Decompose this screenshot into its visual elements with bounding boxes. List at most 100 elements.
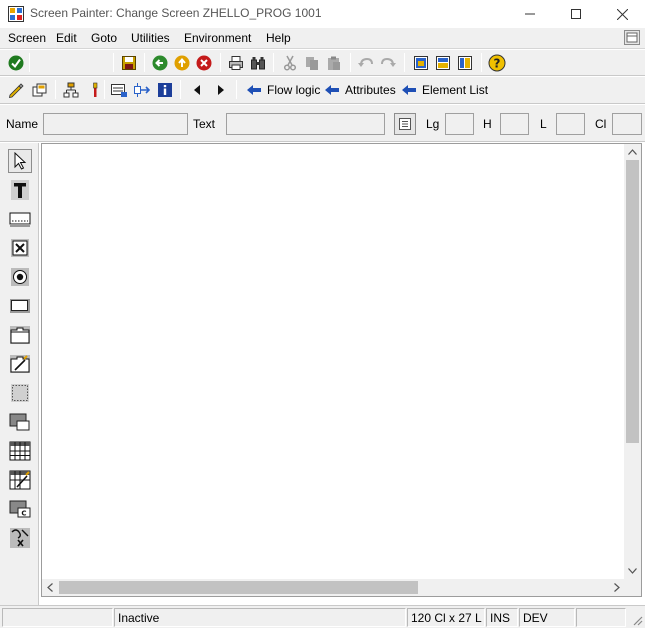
copy-icon[interactable] [302, 53, 322, 73]
l-input[interactable] [556, 113, 585, 135]
arrow-left-icon [325, 85, 339, 95]
layout-1-icon[interactable] [411, 53, 431, 73]
text-field-icon[interactable] [8, 178, 32, 202]
scroll-left-icon[interactable] [42, 579, 58, 595]
h-input[interactable] [500, 113, 529, 135]
scroll-corner [624, 579, 641, 596]
text-label: Text [193, 117, 216, 131]
dict-fields-icon[interactable] [109, 80, 129, 100]
standard-toolbar: ? [0, 50, 645, 76]
name-input[interactable] [43, 113, 188, 135]
hierarchy-icon[interactable] [61, 80, 81, 100]
menu-screen[interactable]: Screen [8, 31, 46, 45]
name-label: Name [6, 117, 39, 131]
svg-text:?: ? [494, 57, 501, 71]
l-label: L [540, 117, 547, 131]
h-label: H [483, 117, 492, 131]
menu-edit[interactable]: Edit [56, 31, 77, 45]
attributes-label: Attributes [345, 83, 396, 97]
window-title: Screen Painter: Change Screen ZHELLO_PRO… [30, 6, 322, 20]
checkbox-icon[interactable] [8, 236, 32, 260]
tabstrip-icon[interactable] [8, 323, 32, 347]
maximize-icon[interactable] [553, 0, 599, 28]
arrow-left-icon [247, 85, 261, 95]
element-list-label: Element List [422, 83, 489, 97]
pushbutton-icon[interactable] [8, 294, 32, 318]
scroll-right-icon[interactable] [609, 579, 625, 595]
layout-2-icon[interactable] [433, 53, 453, 73]
other-screen-icon[interactable] [30, 80, 50, 100]
status-message [2, 608, 113, 627]
layout-3-icon[interactable] [455, 53, 475, 73]
cl-input[interactable] [612, 113, 642, 135]
status-extra [576, 608, 626, 627]
status-system: DEV [519, 608, 575, 627]
application-toolbar: Flow logic Attributes Element List [0, 77, 645, 104]
paint-icon[interactable] [85, 80, 105, 100]
info-icon[interactable] [155, 80, 175, 100]
move-icon[interactable] [132, 80, 152, 100]
menu-help[interactable]: Help [266, 31, 291, 45]
layout-canvas[interactable] [41, 143, 642, 597]
list-icon [399, 118, 411, 130]
paste-icon[interactable] [324, 53, 344, 73]
status-mode[interactable]: INS [486, 608, 518, 627]
scroll-down-icon[interactable] [624, 563, 640, 579]
vertical-scrollbar[interactable] [624, 144, 641, 579]
sap-gui-app-icon [8, 6, 24, 22]
text-input[interactable] [226, 113, 385, 135]
help-icon[interactable]: ? [487, 53, 507, 73]
flow-logic-label: Flow logic [267, 83, 321, 97]
layout-icon[interactable] [624, 30, 640, 45]
minimize-icon[interactable] [507, 0, 553, 28]
title-bar: Screen Painter: Change Screen ZHELLO_PRO… [0, 0, 645, 28]
print-icon[interactable] [226, 53, 246, 73]
horizontal-scrollbar[interactable] [42, 579, 625, 596]
radio-button-icon[interactable] [8, 265, 32, 289]
menu-environment[interactable]: Environment [184, 31, 251, 45]
edit-element-icon[interactable] [6, 80, 26, 100]
subscreen-icon[interactable] [8, 410, 32, 434]
cl-label: Cl [595, 117, 607, 131]
box-icon[interactable] [8, 381, 32, 405]
attributes-link[interactable]: Attributes [324, 80, 396, 100]
next-icon[interactable] [211, 80, 231, 100]
status-state: Inactive [114, 608, 406, 627]
table-control-wizard-icon[interactable] [8, 468, 32, 492]
horizontal-scroll-thumb[interactable] [59, 581, 418, 594]
text-editor-button[interactable] [394, 113, 416, 135]
find-icon[interactable] [248, 53, 268, 73]
redo-icon[interactable] [378, 53, 398, 73]
resize-grip-icon[interactable] [631, 614, 643, 626]
command-field[interactable] [33, 53, 113, 72]
previous-icon[interactable] [187, 80, 207, 100]
input-field-icon[interactable] [8, 207, 32, 231]
status-bar: Inactive 120 Cl x 27 L INS DEV [0, 605, 645, 628]
back-icon[interactable] [150, 53, 170, 73]
table-control-icon[interactable] [8, 439, 32, 463]
element-attribute-bar: Name Text Lg H L Cl [0, 105, 645, 142]
element-list-link[interactable]: Element List [401, 80, 488, 100]
tabstrip-wizard-icon[interactable] [8, 352, 32, 376]
cut-icon[interactable] [280, 53, 300, 73]
cancel-icon[interactable] [194, 53, 214, 73]
status-icon-tool-icon[interactable] [8, 526, 32, 550]
status-size: 120 Cl x 27 L [407, 608, 485, 627]
custom-control-icon[interactable]: C [8, 497, 32, 521]
close-icon[interactable] [599, 0, 645, 28]
exit-icon[interactable] [172, 53, 192, 73]
scroll-up-icon[interactable] [624, 144, 640, 160]
select-pointer-icon[interactable] [8, 149, 32, 173]
arrow-left-icon [402, 85, 416, 95]
save-icon[interactable] [119, 53, 139, 73]
undo-icon[interactable] [356, 53, 376, 73]
flow-logic-link[interactable]: Flow logic [246, 80, 320, 100]
menu-bar: Screen Edit Goto Utilities Environment H… [0, 28, 645, 49]
lg-input[interactable] [445, 113, 474, 135]
vertical-scroll-thumb[interactable] [626, 160, 639, 443]
menu-utilities[interactable]: Utilities [131, 31, 170, 45]
menu-goto[interactable]: Goto [91, 31, 117, 45]
svg-text:C: C [21, 510, 26, 518]
enter-icon[interactable] [6, 53, 26, 73]
element-palette: C [0, 143, 39, 605]
